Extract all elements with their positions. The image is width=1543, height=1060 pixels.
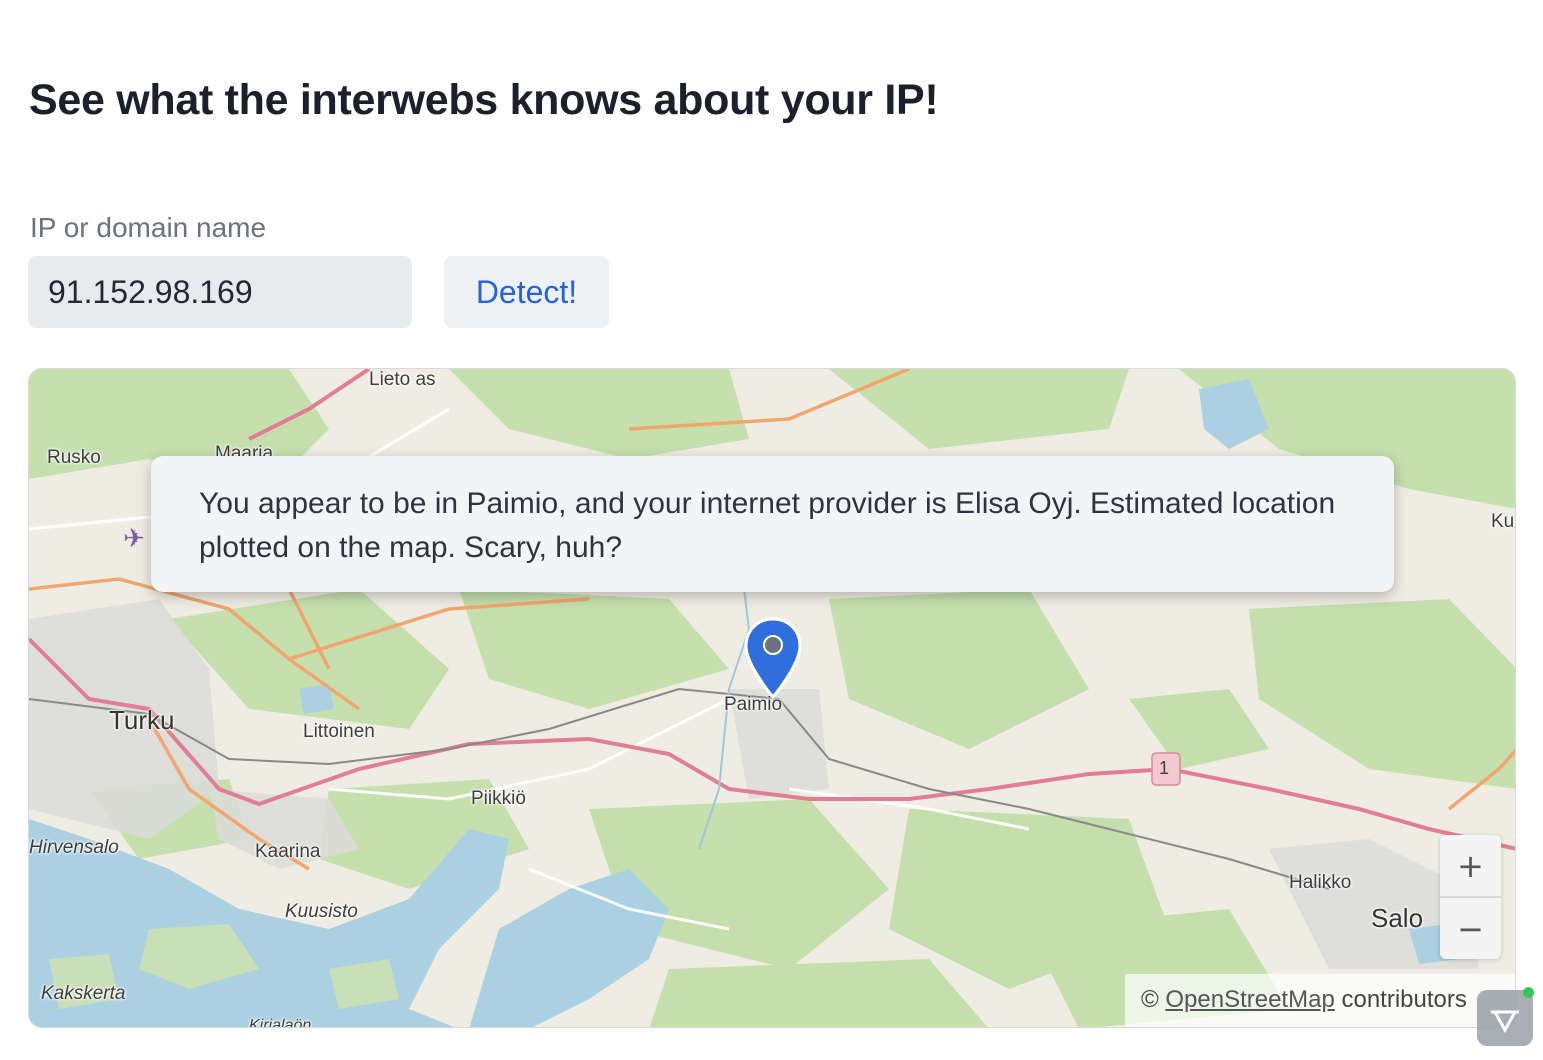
location-info-text: You appear to be in Paimio, and your int… bbox=[199, 487, 1336, 564]
place-label: Rusko bbox=[47, 447, 101, 468]
place-label: Kakskerta bbox=[41, 983, 126, 1004]
extension-icon[interactable] bbox=[1477, 990, 1533, 1046]
map-view[interactable]: 1 ✈ Lieto as Rusko Maaria Ku Turku Litto… bbox=[28, 368, 1516, 1028]
place-label: Hirvensalo bbox=[29, 837, 119, 858]
place-label: Littoinen bbox=[303, 721, 375, 742]
detect-button[interactable]: Detect! bbox=[444, 256, 609, 328]
place-label: Piikkiö bbox=[471, 788, 526, 809]
place-label: Turku bbox=[109, 705, 175, 735]
map-attribution: © OpenStreetMap contributors bbox=[1125, 974, 1515, 1027]
openstreetmap-link[interactable]: OpenStreetMap bbox=[1165, 986, 1334, 1013]
page-title: See what the interwebs knows about your … bbox=[29, 76, 939, 124]
zoom-out-button[interactable]: − bbox=[1440, 898, 1501, 959]
attribution-suffix: contributors bbox=[1334, 986, 1467, 1013]
map-pin-icon[interactable] bbox=[744, 617, 802, 699]
place-label: Kaarina bbox=[255, 841, 321, 862]
zoom-in-button[interactable]: + bbox=[1440, 835, 1501, 896]
status-dot bbox=[1523, 987, 1534, 998]
attribution-prefix: © bbox=[1141, 986, 1166, 1013]
road-number: 1 bbox=[1159, 758, 1170, 778]
place-label: Lieto as bbox=[369, 369, 436, 390]
place-label: Kuusisto bbox=[285, 901, 358, 922]
ip-input[interactable] bbox=[28, 256, 412, 328]
page: See what the interwebs knows about your … bbox=[0, 0, 1543, 1060]
location-info-popup: You appear to be in Paimio, and your int… bbox=[151, 456, 1394, 592]
place-label: Halikko bbox=[1289, 872, 1352, 893]
zoom-controls: + − bbox=[1440, 835, 1501, 959]
place-label: Ku bbox=[1491, 511, 1515, 532]
place-label: Salo bbox=[1371, 903, 1424, 933]
ip-field-label: IP or domain name bbox=[30, 212, 267, 243]
airplane-icon: ✈ bbox=[123, 523, 145, 553]
place-label: Kirjalaön bbox=[249, 1017, 312, 1028]
